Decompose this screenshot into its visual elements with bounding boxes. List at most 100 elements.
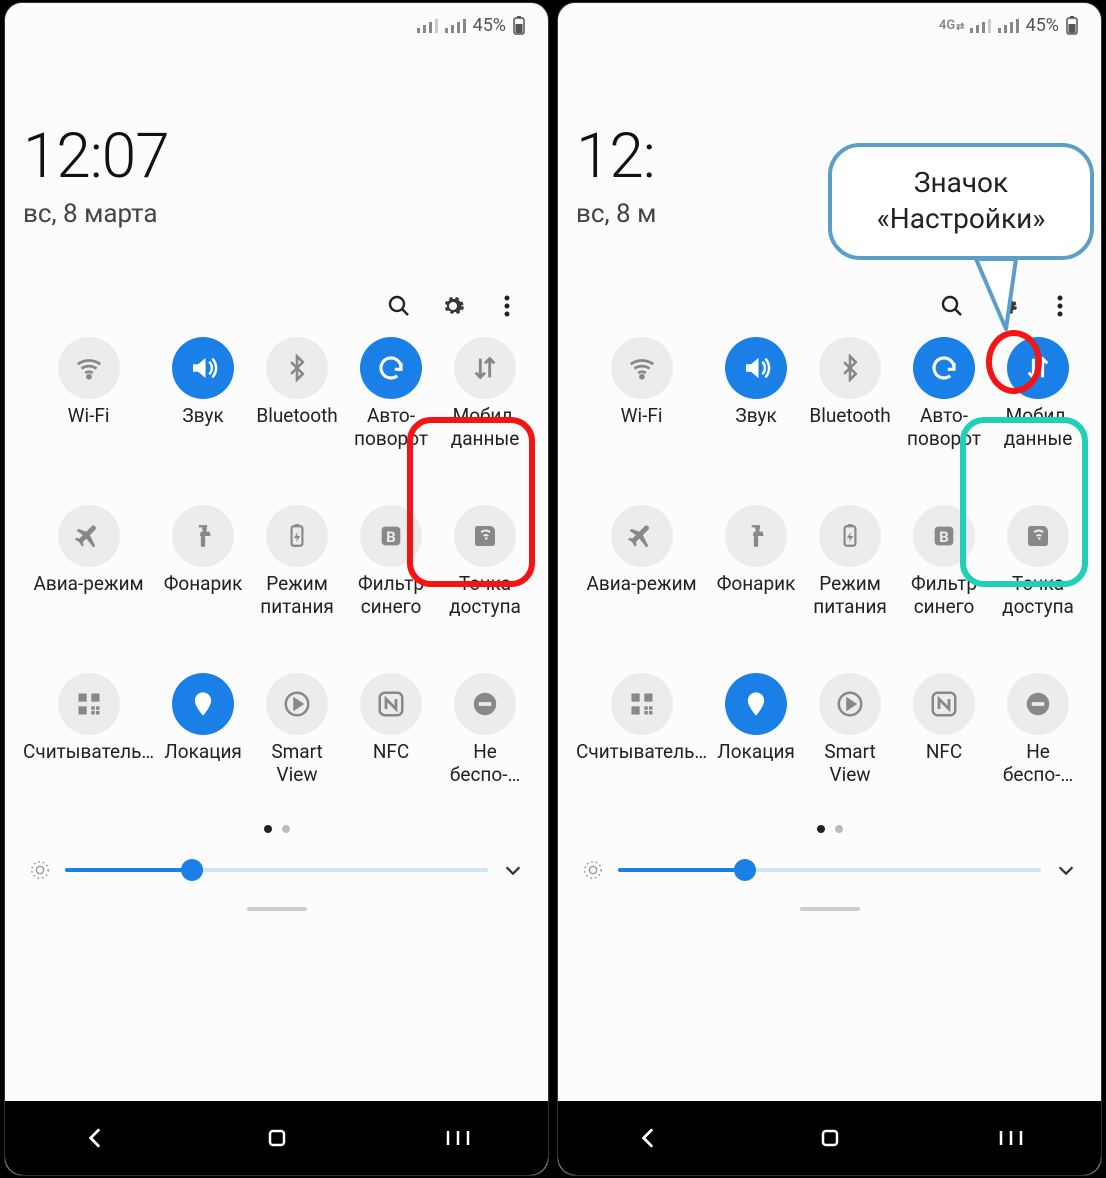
tile-label: Smart View: [805, 741, 895, 789]
nav-bar: [558, 1101, 1101, 1175]
search-icon[interactable]: [386, 293, 412, 319]
bfilter-icon: B: [360, 505, 422, 567]
nav-home[interactable]: [795, 1126, 865, 1150]
wifi-icon: [58, 337, 120, 399]
tile-label: Локация: [164, 741, 242, 789]
swipe-handle[interactable]: [800, 907, 860, 911]
tile-loc[interactable]: Локация: [158, 673, 248, 789]
tile-sound[interactable]: Звук: [158, 337, 248, 453]
tile-label: Bluetooth: [256, 405, 337, 453]
more-icon[interactable]: [1047, 293, 1073, 319]
tile-hotspot[interactable]: Точка доступа: [440, 505, 530, 621]
tile-label: Авиа-режим: [33, 573, 143, 621]
nfc-icon: [913, 673, 975, 735]
tile-label: Авиа-режим: [586, 573, 696, 621]
bfilter-icon: B: [913, 505, 975, 567]
tile-cast[interactable]: Smart View: [252, 673, 342, 789]
signal-icon: [998, 19, 1020, 33]
tile-power[interactable]: Режим питания: [252, 505, 342, 621]
power-icon: [266, 505, 328, 567]
tile-label: Звук: [182, 405, 223, 453]
tile-label: NFC: [926, 741, 962, 789]
qr-icon: [611, 673, 673, 735]
tile-label: Режим питания: [805, 573, 895, 621]
tile-label: Фильтр синего: [346, 573, 436, 621]
wifi-icon: [611, 337, 673, 399]
tiles-grid-right: Wi-Fi ЗвукBluetoothАвто-поворотМобил. дан…: [576, 337, 1083, 789]
tile-label: Bluetooth: [809, 405, 890, 453]
search-icon[interactable]: [939, 293, 965, 319]
tile-bfilter[interactable]: B Фильтр синего: [346, 505, 436, 621]
tile-data[interactable]: Мобил. данные: [440, 337, 530, 453]
quick-panel: 45% 12:07 вс, 8 марта Wi-FiЗвукBluetooth…: [5, 3, 548, 1101]
tile-bt[interactable]: Bluetooth: [805, 337, 895, 453]
chevron-down-icon[interactable]: [502, 859, 524, 881]
tile-label: Точка доступа: [993, 573, 1083, 621]
tile-label: Wi-Fi: [621, 405, 663, 453]
battery-icon: [1065, 16, 1079, 36]
nav-home[interactable]: [242, 1126, 312, 1150]
brightness-slider[interactable]: [65, 868, 488, 872]
tile-dnd[interactable]: Не беспо-…: [993, 673, 1083, 789]
sound-icon: [172, 337, 234, 399]
tile-qr[interactable]: Считыватель…: [23, 673, 154, 789]
data-icon: [1007, 337, 1069, 399]
tiles-grid-left: Wi-Fi Звук BluetoothАвто-поворотМобил. дан…: [23, 337, 530, 789]
tile-nfc[interactable]: NFC: [899, 673, 989, 789]
battery-icon: [512, 16, 526, 36]
tile-loc[interactable]: Локация: [711, 673, 801, 789]
more-icon[interactable]: [494, 293, 520, 319]
tile-rotate[interactable]: Авто-поворот: [899, 337, 989, 453]
loc-icon: [172, 673, 234, 735]
tile-label: Считыватель…: [23, 741, 154, 789]
gear-icon[interactable]: [440, 293, 466, 319]
cast-icon: [266, 673, 328, 735]
tile-label: Не беспо-…: [440, 741, 530, 789]
tile-bt[interactable]: Bluetooth: [252, 337, 342, 453]
panel-toolbar: [23, 289, 530, 337]
swipe-handle[interactable]: [247, 907, 307, 911]
tile-label: Wi-Fi: [68, 405, 110, 453]
tile-bfilter[interactable]: B Фильтр синего: [899, 505, 989, 621]
tile-label: Локация: [717, 741, 795, 789]
4g-icon: 4G⇅: [939, 18, 964, 33]
tile-power[interactable]: Режим питания: [805, 505, 895, 621]
callout-tail: [966, 259, 1026, 339]
status-bar: 45%: [23, 3, 530, 40]
loc-icon: [725, 673, 787, 735]
clock-date: вс, 8 марта: [23, 199, 530, 229]
brightness-low-icon: [29, 859, 51, 881]
cast-icon: [819, 673, 881, 735]
tile-nfc[interactable]: NFC: [346, 673, 436, 789]
tile-flash[interactable]: Фонарик: [158, 505, 248, 621]
tile-data[interactable]: Мобил. данные: [993, 337, 1083, 453]
tile-label: Мобил. данные: [440, 405, 530, 453]
hotspot-icon: [454, 505, 516, 567]
tile-hotspot[interactable]: Точка доступа: [993, 505, 1083, 621]
nav-back[interactable]: [614, 1125, 684, 1151]
nav-recents[interactable]: [976, 1128, 1046, 1148]
signal-icon: [970, 19, 992, 33]
qr-icon: [58, 673, 120, 735]
tile-label: Точка доступа: [440, 573, 530, 621]
tile-sound[interactable]: Звук: [711, 337, 801, 453]
nav-recents[interactable]: [423, 1128, 493, 1148]
chevron-down-icon[interactable]: [1055, 859, 1077, 881]
tile-plane[interactable]: Авиа-режим: [576, 505, 707, 621]
tile-cast[interactable]: Smart View: [805, 673, 895, 789]
brightness-slider[interactable]: [618, 868, 1041, 872]
tile-wifi[interactable]: Wi-Fi: [576, 337, 707, 453]
tile-wifi[interactable]: Wi-Fi: [23, 337, 154, 453]
tile-label: Фильтр синего: [899, 573, 989, 621]
nav-back[interactable]: [61, 1125, 131, 1151]
bt-icon: [819, 337, 881, 399]
flash-icon: [725, 505, 787, 567]
tile-plane[interactable]: Авиа-режим: [23, 505, 154, 621]
tile-flash[interactable]: Фонарик: [711, 505, 801, 621]
callout-text: Значок: [856, 165, 1066, 201]
tile-qr[interactable]: Считыватель…: [576, 673, 707, 789]
tile-dnd[interactable]: Не беспо-…: [440, 673, 530, 789]
tile-rotate[interactable]: Авто-поворот: [346, 337, 436, 453]
tile-label: Авто-поворот: [346, 405, 436, 453]
bt-icon: [266, 337, 328, 399]
